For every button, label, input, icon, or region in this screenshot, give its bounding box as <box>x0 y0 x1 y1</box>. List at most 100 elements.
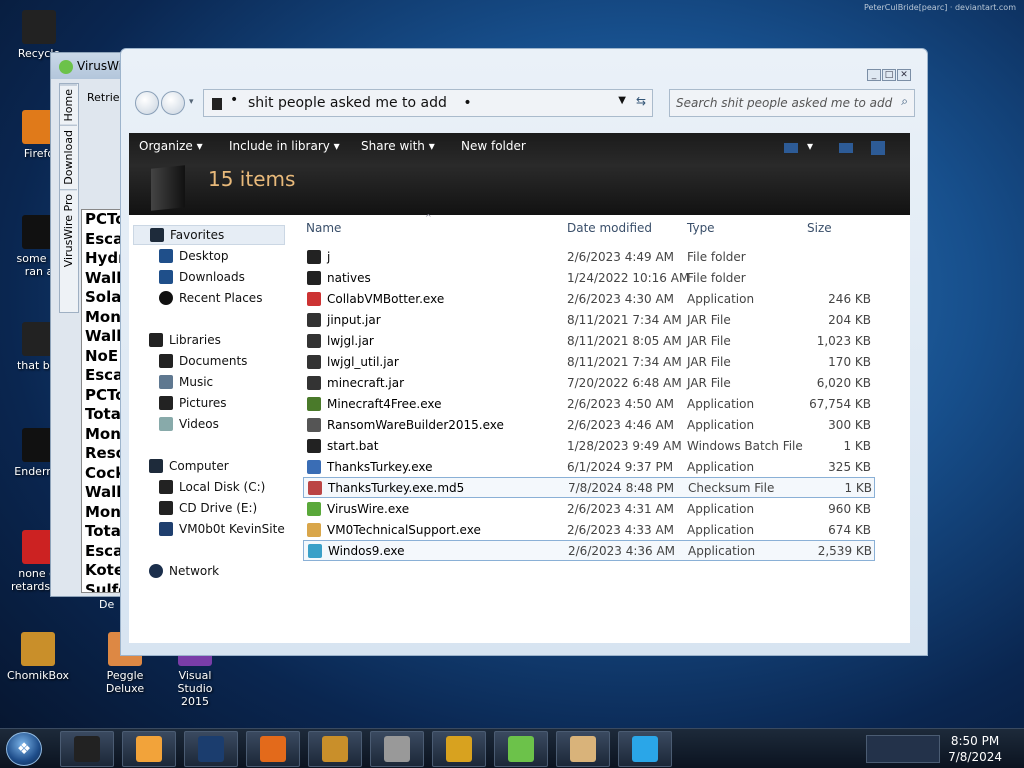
file-type: Application <box>687 291 755 306</box>
file-type: Application <box>687 522 755 537</box>
file-type: Checksum File <box>688 480 775 495</box>
search-input[interactable]: Search shit people asked me to add ⌕ <box>669 89 915 117</box>
search-icon[interactable]: ⌕ <box>901 94 908 109</box>
address-dropdown-icon[interactable]: ▼ <box>618 95 626 106</box>
tab-download[interactable]: Download <box>60 125 77 190</box>
file-row[interactable]: VirusWire.exe 2/6/2023 4:31 AM Application… <box>303 498 875 519</box>
include-in-library-button[interactable]: Include in library ▾ <box>229 139 340 153</box>
file-row[interactable]: Minecraft4Free.exe 2/6/2023 4:50 AM Applic… <box>303 393 875 414</box>
documents-icon <box>159 354 173 368</box>
nav-documents[interactable]: Documents <box>159 354 247 368</box>
file-row[interactable]: lwjgl.jar 8/11/2021 8:05 AM JAR File 1,023 … <box>303 330 875 351</box>
tab-viruswire-pro[interactable]: VirusWire Pro <box>60 189 77 272</box>
file-row[interactable]: lwjgl_util.jar 8/11/2021 7:34 AM JAR File 1… <box>303 351 875 372</box>
close-button[interactable]: ✕ <box>897 69 911 81</box>
forward-button[interactable] <box>161 91 185 115</box>
app-icon <box>307 522 321 537</box>
support-task-button[interactable] <box>556 731 610 767</box>
taskbar: ❖ 8:50 PM 7/8/2024 <box>0 728 1024 768</box>
file-date: 7/20/2022 6:48 AM <box>567 375 682 390</box>
file-name: VirusWire.exe <box>327 501 410 516</box>
breadcrumb[interactable]: shit people asked me to add <box>248 95 447 111</box>
firefox-task-button[interactable] <box>246 731 300 767</box>
file-date: 2/6/2023 4:30 AM <box>567 291 675 306</box>
file-size: 300 KB <box>828 417 871 432</box>
preview-pane-icon[interactable] <box>839 143 853 153</box>
tray-area <box>866 735 940 763</box>
start-button[interactable]: ❖ <box>6 732 42 766</box>
share-with-button[interactable]: Share with ▾ <box>361 139 435 153</box>
back-button[interactable] <box>135 91 159 115</box>
desktop-icon-item[interactable]: ChomikBox <box>3 632 73 682</box>
nav-downloads[interactable]: Downloads <box>159 270 245 284</box>
viruswire-task-icon <box>508 736 534 762</box>
change-view-icon[interactable] <box>784 143 798 153</box>
address-bar[interactable]: • shit people asked me to add • ▼ ⇆ <box>203 89 653 117</box>
file-row[interactable]: jinput.jar 8/11/2021 7:34 AM JAR File 204 K… <box>303 309 875 330</box>
desktop-icon-label: ChomikBox <box>7 669 69 682</box>
skull-task-button[interactable] <box>370 731 424 767</box>
globe-task-button[interactable] <box>184 731 238 767</box>
view-dropdown-icon[interactable]: ▾ <box>807 139 813 153</box>
recent-pages-chevron-icon[interactable]: ▾ <box>189 97 194 107</box>
file-name: lwjgl_util.jar <box>327 354 399 369</box>
nav-local-disk[interactable]: Local Disk (C:) <box>159 480 265 494</box>
shortcut-icon <box>21 632 55 666</box>
file-row[interactable]: Windos9.exe 2/6/2023 4:36 AM Application 2,… <box>303 540 875 561</box>
file-name: jinput.jar <box>327 312 381 327</box>
column-type[interactable]: Type <box>687 221 715 235</box>
explorer-window[interactable]: _ □ ✕ ▾ • shit people asked me to add • … <box>120 48 928 656</box>
file-row[interactable]: start.bat 1/28/2023 9:49 AM Windows Batch … <box>303 435 875 456</box>
file-type: Application <box>687 459 755 474</box>
content-pane: Favorites Desktop Downloads Recent Place… <box>129 213 910 643</box>
column-date-modified[interactable]: Date modified <box>567 221 652 235</box>
file-row[interactable]: CollabVMBotter.exe 2/6/2023 4:30 AM Applic… <box>303 288 875 309</box>
app-icon <box>307 501 321 516</box>
column-name[interactable]: Name <box>306 221 341 235</box>
tab-home[interactable]: Home <box>60 84 77 126</box>
nav-music[interactable]: Music <box>159 375 213 389</box>
file-row[interactable]: natives 1/24/2022 10:16 AM File folder <box>303 267 875 288</box>
explorer-task-button[interactable] <box>60 731 114 767</box>
new-folder-button[interactable]: New folder <box>461 139 526 153</box>
app-icon <box>307 291 321 306</box>
window-controls: _ □ ✕ <box>867 69 911 81</box>
nav-desktop[interactable]: Desktop <box>159 249 229 263</box>
nav-videos[interactable]: Videos <box>159 417 219 431</box>
refresh-icon[interactable]: ⇆ <box>636 94 646 108</box>
file-row[interactable]: ThanksTurkey.exe.md5 7/8/2024 8:48 PM Chec… <box>303 477 875 498</box>
items-count: 15 items <box>208 167 296 191</box>
jar-icon <box>307 354 321 369</box>
nav-favorites[interactable]: Favorites <box>133 225 285 245</box>
nav-pictures[interactable]: Pictures <box>159 396 227 410</box>
nav-kevinsite[interactable]: VM0b0t KevinSite <box>159 522 285 536</box>
chomikbox-task-button[interactable] <box>308 731 362 767</box>
nav-computer[interactable]: Computer <box>149 459 229 473</box>
viruswire-task-button[interactable] <box>494 731 548 767</box>
de-task-button[interactable] <box>432 731 486 767</box>
file-list: Name ^ Date modified Type Size j 2/6/2023… <box>301 213 901 643</box>
breadcrumb-separator-icon: • <box>463 95 472 111</box>
organize-button[interactable]: Organize ▾ <box>139 139 203 153</box>
recent-places-icon <box>159 291 173 305</box>
file-row[interactable]: j 2/6/2023 4:49 AM File folder <box>303 246 875 267</box>
viruswire-window[interactable]: VirusWi Retriev Home Download VirusWire … <box>50 52 131 611</box>
file-row[interactable]: VM0TechnicalSupport.exe 2/6/2023 4:33 AM A… <box>303 519 875 540</box>
system-clock[interactable]: 8:50 PM 7/8/2024 <box>948 733 1002 765</box>
checksum-icon <box>308 480 322 495</box>
file-date: 8/11/2021 7:34 AM <box>567 312 682 327</box>
maximize-button[interactable]: □ <box>882 69 896 81</box>
nav-recent-places[interactable]: Recent Places <box>159 291 262 305</box>
file-row[interactable]: RansomWareBuilder2015.exe 2/6/2023 4:46 A… <box>303 414 875 435</box>
help-icon[interactable] <box>871 141 885 155</box>
file-row[interactable]: ThanksTurkey.exe 6/1/2024 9:37 PM Applicat… <box>303 456 875 477</box>
nav-libraries[interactable]: Libraries <box>149 333 221 347</box>
nav-cd-drive[interactable]: CD Drive (E:) <box>159 501 257 515</box>
windows-task-button[interactable] <box>618 731 672 767</box>
column-size[interactable]: Size <box>807 221 832 235</box>
nav-network[interactable]: Network <box>149 564 219 578</box>
minimize-button[interactable]: _ <box>867 69 881 81</box>
file-row[interactable]: minecraft.jar 7/20/2022 6:48 AM JAR File 6,… <box>303 372 875 393</box>
media-task-button[interactable] <box>122 731 176 767</box>
file-date: 1/28/2023 9:49 AM <box>567 438 682 453</box>
